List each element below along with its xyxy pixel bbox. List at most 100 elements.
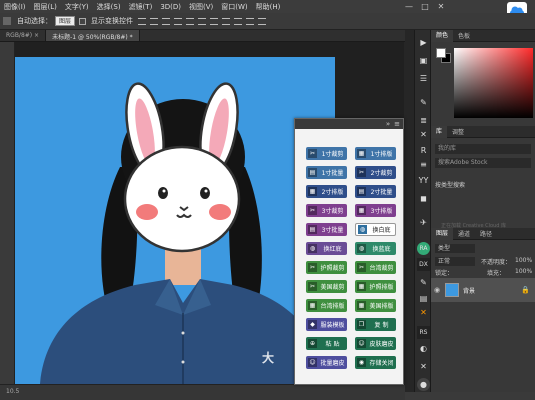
align-middle-icon[interactable] xyxy=(150,17,159,25)
history-icon[interactable]: ≣ xyxy=(417,114,430,127)
plugin-button[interactable]: ◍ 换红底 xyxy=(306,242,347,255)
menu-select[interactable]: 选择(S) xyxy=(93,2,125,12)
plugin-button[interactable]: ⊕ 粘 贴 xyxy=(306,337,347,350)
rs-icon[interactable]: RS xyxy=(417,326,430,339)
plugin-button[interactable]: ✂ 护照裁剪 xyxy=(306,261,347,274)
tab-channels[interactable]: 通道 xyxy=(453,229,475,238)
minimize-button[interactable]: — xyxy=(402,0,416,13)
plugin-panel-header: » ≡ xyxy=(295,119,403,129)
stock-search-input[interactable]: 搜索Adobe Stock xyxy=(435,158,531,168)
plugin-button[interactable]: ▤ 3寸批量 xyxy=(306,223,347,236)
opacity-value[interactable]: 100% xyxy=(515,257,532,264)
plugin-button[interactable]: ☺ 皮肤磨皮 xyxy=(355,337,396,350)
tab-layers[interactable]: 图层 xyxy=(431,227,454,240)
tab-document-1[interactable]: RGB/8#) × xyxy=(0,30,47,41)
panel-menu-icon[interactable]: ≡ xyxy=(394,120,400,128)
move-tool-icon[interactable] xyxy=(3,17,11,25)
align-center-icon[interactable] xyxy=(186,17,195,25)
plugin-button[interactable]: ▦ 2寸排版 xyxy=(306,185,347,198)
menu-image[interactable]: 图像(I) xyxy=(0,2,30,12)
brush-icon[interactable]: ✎ xyxy=(417,96,430,109)
menu-help[interactable]: 帮助(H) xyxy=(252,2,285,12)
align-bottom-icon[interactable] xyxy=(162,17,171,25)
tab-libraries[interactable]: 库 xyxy=(431,125,448,138)
distribute-center-icon[interactable] xyxy=(258,17,267,25)
align-top-icon[interactable] xyxy=(138,17,147,25)
record-icon[interactable]: ● xyxy=(417,378,430,391)
collapse-icon[interactable]: » xyxy=(386,120,390,128)
align-left-icon[interactable] xyxy=(174,17,183,25)
menu-window[interactable]: 窗口(W) xyxy=(217,2,251,12)
plugin-button[interactable]: ✂ 美国裁剪 xyxy=(306,280,347,293)
plugin-button[interactable]: ◆ 服装模板 xyxy=(306,318,347,331)
feather-icon[interactable]: ✈ xyxy=(417,216,430,229)
plugin-button[interactable]: ▦ 护照排版 xyxy=(355,280,396,293)
plugin-button[interactable]: ◍ 换白底 xyxy=(355,223,396,236)
plugin-button[interactable]: ▤ 2寸批量 xyxy=(355,185,396,198)
play-icon[interactable]: ▶ xyxy=(417,36,430,49)
right-panels: 颜色 色板 库 调整 我的库 搜索Adobe Stock 按类型搜索 正在加载 … xyxy=(431,29,535,392)
tab-paths[interactable]: 路径 xyxy=(475,229,497,238)
properties-icon[interactable]: ☰ xyxy=(417,72,430,85)
eye-icon[interactable]: ◉ xyxy=(434,286,440,294)
layer-kind-filter[interactable]: 类型 xyxy=(435,244,475,253)
portrait-thumb-icon[interactable]: ◼ xyxy=(417,192,430,205)
plugin-button[interactable]: ☺ 批量磨皮 xyxy=(306,356,347,369)
plugin-button[interactable]: ▦ 3寸排版 xyxy=(355,204,396,217)
x-icon[interactable]: ✕ xyxy=(417,360,430,373)
close-button[interactable]: ✕ xyxy=(434,0,448,13)
plugin-button-label: 3寸裁剪 xyxy=(321,208,344,215)
plugin-button[interactable]: ▦ 台湾排版 xyxy=(306,299,347,312)
plugin-button[interactable]: ▦ 1寸排版 xyxy=(355,147,396,160)
retouch-icon[interactable]: R xyxy=(417,144,430,157)
menu-view[interactable]: 视图(V) xyxy=(185,2,217,12)
distribute-middle-icon[interactable] xyxy=(222,17,231,25)
close-icon[interactable]: ✕ xyxy=(417,128,430,141)
plugin-button[interactable]: ▦ 美国排版 xyxy=(355,299,396,312)
plugin-button[interactable]: ✂ 台湾裁剪 xyxy=(355,261,396,274)
maximize-button[interactable]: □ xyxy=(418,0,432,13)
menu-filter[interactable]: 滤镜(T) xyxy=(125,2,157,12)
library-dropdown[interactable]: 我的库 xyxy=(435,144,531,154)
foreground-swatch[interactable] xyxy=(436,48,446,58)
plugin-button[interactable]: ✂ 1寸裁剪 xyxy=(306,147,347,160)
shirt-icon: ◆ xyxy=(308,320,317,329)
distribute-top-icon[interactable] xyxy=(210,17,219,25)
layer-comps-icon[interactable]: ▣ xyxy=(417,54,430,67)
distribute-bottom-icon[interactable] xyxy=(234,17,243,25)
layer-background-row[interactable]: ◉ 背景 🔒 xyxy=(431,278,535,302)
show-transform-checkbox[interactable] xyxy=(79,17,87,25)
text-tool-icon[interactable]: YY xyxy=(417,174,430,187)
plugin-button[interactable]: ❐ 复 制 xyxy=(355,318,396,331)
fan-icon[interactable]: ◐ xyxy=(417,342,430,355)
face-icon: ☺ xyxy=(357,339,366,348)
close-orange-icon[interactable]: ✕ xyxy=(417,306,430,319)
plugin-button[interactable]: ▤ 1寸批量 xyxy=(306,166,347,179)
plugin-button[interactable]: ◍ 换蓝底 xyxy=(355,242,396,255)
plugin-button[interactable]: ✂ 3寸裁剪 xyxy=(306,204,347,217)
list-icon[interactable]: ≡ xyxy=(417,158,430,171)
menu-layer[interactable]: 图层(L) xyxy=(30,2,61,12)
menu-3d[interactable]: 3D(D) xyxy=(156,3,185,11)
edit-icon[interactable]: ✎ xyxy=(417,276,430,289)
layers-stack-icon[interactable]: ▤ xyxy=(417,292,430,305)
zoom-level[interactable]: 10.5 xyxy=(6,388,19,395)
ra-icon[interactable]: RA xyxy=(417,242,430,255)
tab-document-2[interactable]: 未标题-1 @ 50%(RGB/8#) * xyxy=(46,30,140,41)
tab-color[interactable]: 颜色 xyxy=(431,29,454,42)
color-picker-field[interactable] xyxy=(454,48,533,118)
tab-swatches[interactable]: 色板 xyxy=(453,31,475,40)
distribute-left-icon[interactable] xyxy=(246,17,255,25)
auto-select-dropdown[interactable]: 图层 xyxy=(55,16,76,26)
fill-value[interactable]: 100% xyxy=(515,268,532,275)
blend-mode-dropdown[interactable]: 正常 xyxy=(435,257,475,266)
palette-icon: ◍ xyxy=(308,244,317,253)
document-tabs: RGB/8#) × 未标题-1 @ 50%(RGB/8#) * xyxy=(0,30,405,42)
plugin-button-label: 护照排版 xyxy=(369,284,394,291)
plugin-button[interactable]: ◉ 存储关闭 xyxy=(355,356,396,369)
tab-adjustments[interactable]: 调整 xyxy=(447,127,469,136)
plugin-button[interactable]: ✂ 2寸裁剪 xyxy=(355,166,396,179)
align-right-icon[interactable] xyxy=(198,17,207,25)
menu-type[interactable]: 文字(Y) xyxy=(61,2,93,12)
dx-icon[interactable]: DX xyxy=(417,258,430,271)
